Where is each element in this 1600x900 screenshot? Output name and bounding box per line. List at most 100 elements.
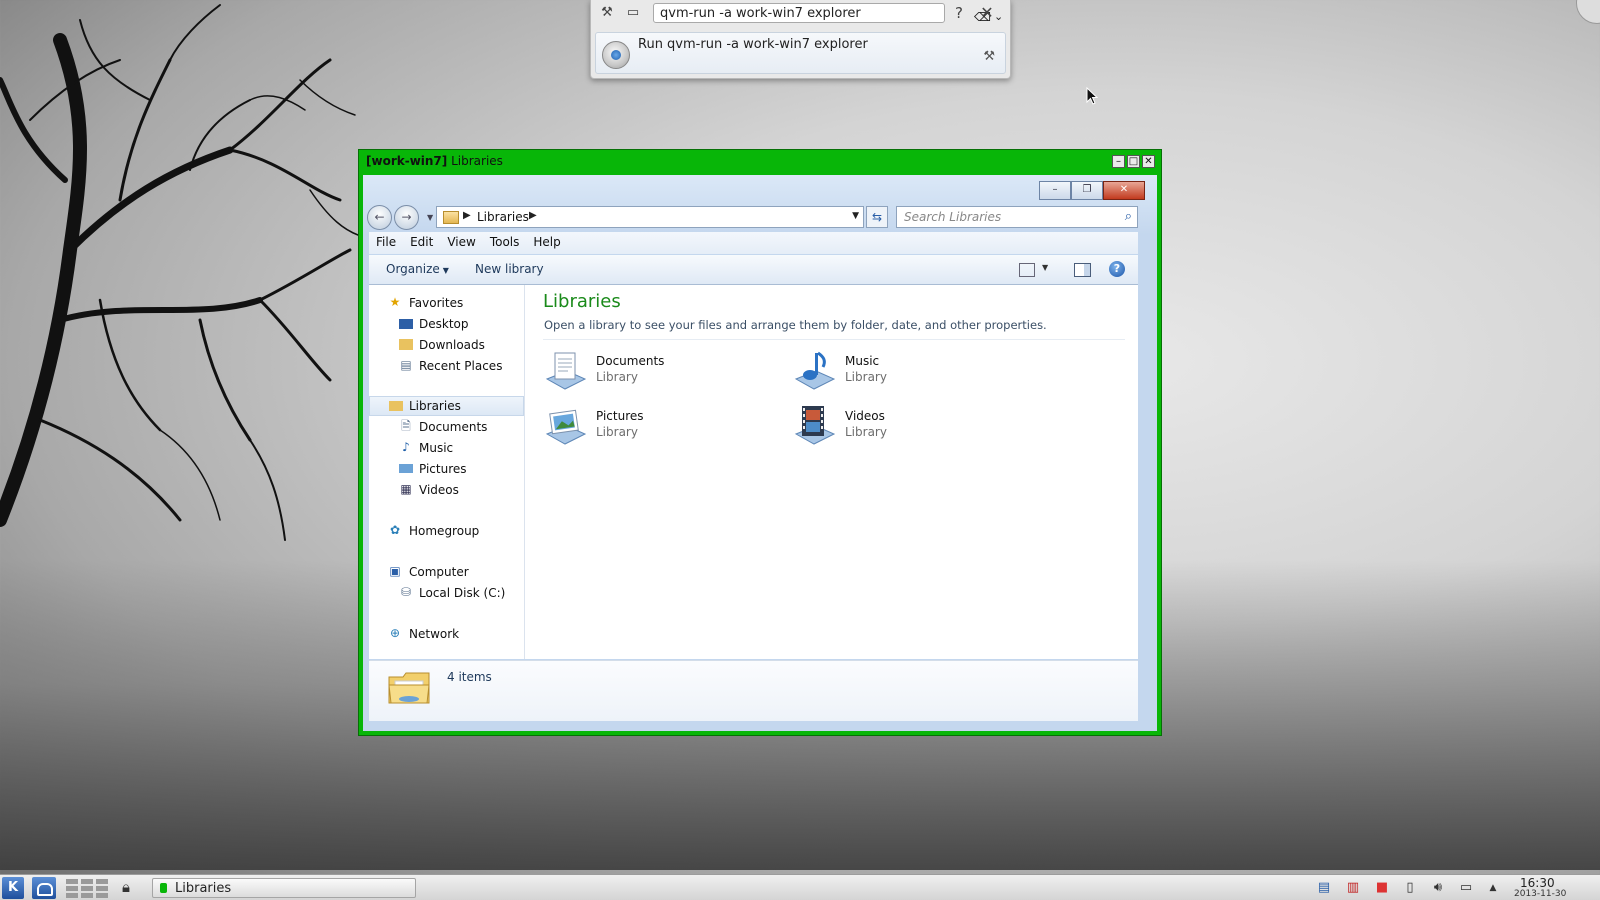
breadcrumb-arrow-icon[interactable]: ▶ [529, 210, 537, 221]
computer-icon: ▣ [389, 564, 401, 578]
library-item-music[interactable]: Music Library [792, 347, 1022, 393]
recent-pages-dropdown[interactable]: ▼ [427, 213, 433, 222]
forward-button[interactable]: → [394, 205, 419, 230]
vm-window-title: [work-win7] Libraries [366, 154, 503, 168]
library-kind: Library [596, 425, 638, 439]
close-icon[interactable]: ✕ [1142, 155, 1155, 168]
homegroup-icon: ✿ [389, 523, 401, 537]
organize-button[interactable]: Organize ▼ [386, 262, 449, 276]
close-button[interactable]: ✕ [1103, 181, 1145, 200]
library-kind: Library [596, 370, 638, 384]
lock-icon[interactable]: 🔒︎ [122, 878, 130, 896]
pictures-icon [399, 464, 413, 473]
page-title: Libraries [543, 291, 621, 312]
nav-homegroup[interactable]: ✿ Homegroup [369, 521, 524, 541]
krunner-search-input[interactable]: qvm-run -a work-win7 explorer ⌫ ⌄ [653, 3, 1003, 24]
menu-help[interactable]: Help [526, 232, 567, 254]
help-icon[interactable]: ? [951, 5, 967, 21]
clock-date[interactable]: 2013-11-30 [1514, 889, 1566, 899]
menu-tools[interactable]: Tools [483, 232, 527, 254]
network-icon: ⊕ [389, 626, 401, 640]
breadcrumb-arrow-icon[interactable]: ▶ [463, 210, 471, 221]
taskbar-item-libraries[interactable]: Libraries [152, 878, 416, 898]
nav-network[interactable]: ⊕ Network [369, 624, 524, 644]
search-icon[interactable]: ⌕ [1125, 209, 1132, 224]
library-item-documents[interactable]: Documents Library [543, 347, 773, 393]
nav-favorites[interactable]: ★ Favorites [369, 293, 524, 313]
nav-desktop[interactable]: Desktop [369, 314, 524, 334]
nav-documents[interactable]: 🗎 Documents [369, 417, 524, 437]
nav-recent-places[interactable]: ▤ Recent Places [369, 356, 524, 376]
clock-time[interactable]: 16:30 [1520, 876, 1555, 890]
nav-music[interactable]: ♪ Music [369, 438, 524, 458]
nav-videos[interactable]: ▦ Videos [369, 480, 524, 500]
qubes-domains-icon[interactable]: ■ [1373, 879, 1391, 897]
nav-pictures[interactable]: Pictures [369, 459, 524, 479]
refresh-button[interactable]: ⇆ [866, 206, 888, 228]
menu-file[interactable]: File [369, 232, 403, 254]
network-manager-icon[interactable]: ▤ [1315, 879, 1333, 897]
minimize-icon[interactable]: – [1112, 155, 1125, 168]
tray-expand-icon[interactable]: ▲ [1484, 879, 1502, 897]
content-pane: Libraries Open a library to see your fil… [525, 285, 1138, 659]
page-subtitle: Open a library to see your files and arr… [544, 318, 1047, 332]
star-icon: ★ [389, 295, 401, 309]
nav-label: Pictures [419, 462, 467, 476]
qubes-manager-icon[interactable] [32, 877, 56, 899]
navigation-pane: ★ Favorites Desktop Downloads ▤ Recent P… [369, 285, 525, 659]
change-view-icon[interactable] [1019, 263, 1035, 277]
nav-label: Libraries [409, 399, 461, 413]
libraries-folder-icon [388, 672, 430, 704]
run-command-icon [602, 41, 630, 69]
menu-view[interactable]: View [440, 232, 482, 254]
libraries-folder-icon [443, 211, 459, 224]
menu-edit[interactable]: Edit [403, 232, 440, 254]
maximize-icon[interactable]: □ [1127, 155, 1140, 168]
restore-button[interactable]: ❐ [1071, 181, 1103, 200]
explorer-caption-buttons: – ❐ ✕ [1039, 181, 1145, 200]
volume-icon[interactable]: 🔊︎ [1429, 879, 1447, 897]
pictures-library-icon [545, 409, 587, 445]
vm-window-controls: – □ ✕ [1112, 155, 1155, 168]
result-settings-icon[interactable]: ⚒ [983, 49, 995, 64]
drive-icon: ⛁ [400, 585, 412, 599]
nav-computer[interactable]: ▣ Computer [369, 562, 524, 582]
search-input[interactable]: Search Libraries ⌕ [896, 206, 1138, 228]
videos-library-icon [794, 406, 836, 445]
display-icon[interactable]: ▭ [1457, 879, 1475, 897]
help-icon[interactable]: ? [1109, 261, 1125, 277]
nav-local-disk[interactable]: ⛁ Local Disk (C:) [369, 583, 524, 603]
preview-pane-icon[interactable] [1074, 263, 1091, 277]
close-icon[interactable]: ✕ [979, 5, 995, 21]
back-button[interactable]: ← [367, 205, 392, 230]
desktop-corner-toolbox-icon[interactable] [1576, 0, 1600, 24]
library-item-pictures[interactable]: Pictures Library [543, 402, 773, 448]
library-name: Documents [596, 354, 665, 368]
nav-downloads[interactable]: Downloads [369, 335, 524, 355]
libraries-icon [389, 401, 403, 411]
vm-name: [work-win7] [366, 154, 448, 168]
breadcrumb-libraries[interactable]: Libraries [477, 210, 529, 224]
recent-places-icon: ▤ [400, 358, 412, 372]
address-bar[interactable]: ▶ Libraries ▶ ▼ [436, 206, 864, 228]
cpu-monitor-icon[interactable]: ▥ [1344, 879, 1362, 897]
clipboard-icon[interactable]: ▯ [1401, 879, 1419, 897]
desktop-pager[interactable] [66, 877, 112, 899]
krunner-result-label: Run qvm-run -a work-win7 explorer [638, 37, 868, 52]
krunner-result-item[interactable]: Run qvm-run -a work-win7 explorer ⚒ [595, 32, 1006, 74]
view-options-dropdown[interactable]: ▼ [1042, 263, 1048, 272]
krunner-toolbar: ⚒ ▭ qvm-run -a work-win7 explorer ⌫ ⌄ ? … [591, 0, 1010, 28]
library-item-videos[interactable]: Videos Library [792, 402, 1022, 448]
kde-menu-icon[interactable]: K [2, 877, 24, 899]
library-kind: Library [845, 370, 887, 384]
new-library-button[interactable]: New library [475, 262, 544, 276]
wrench-icon[interactable]: ⚒ [599, 5, 615, 21]
minimize-button[interactable]: – [1039, 181, 1071, 200]
activity-icon[interactable]: ▭ [625, 5, 641, 21]
chevron-down-icon[interactable]: ⌄ [994, 7, 1003, 27]
address-dropdown-icon[interactable]: ▼ [852, 211, 859, 221]
wallpaper-tree [0, 4, 359, 541]
nav-libraries[interactable]: Libraries [369, 396, 524, 416]
nav-label: Recent Places [419, 359, 503, 373]
downloads-folder-icon [399, 339, 413, 350]
